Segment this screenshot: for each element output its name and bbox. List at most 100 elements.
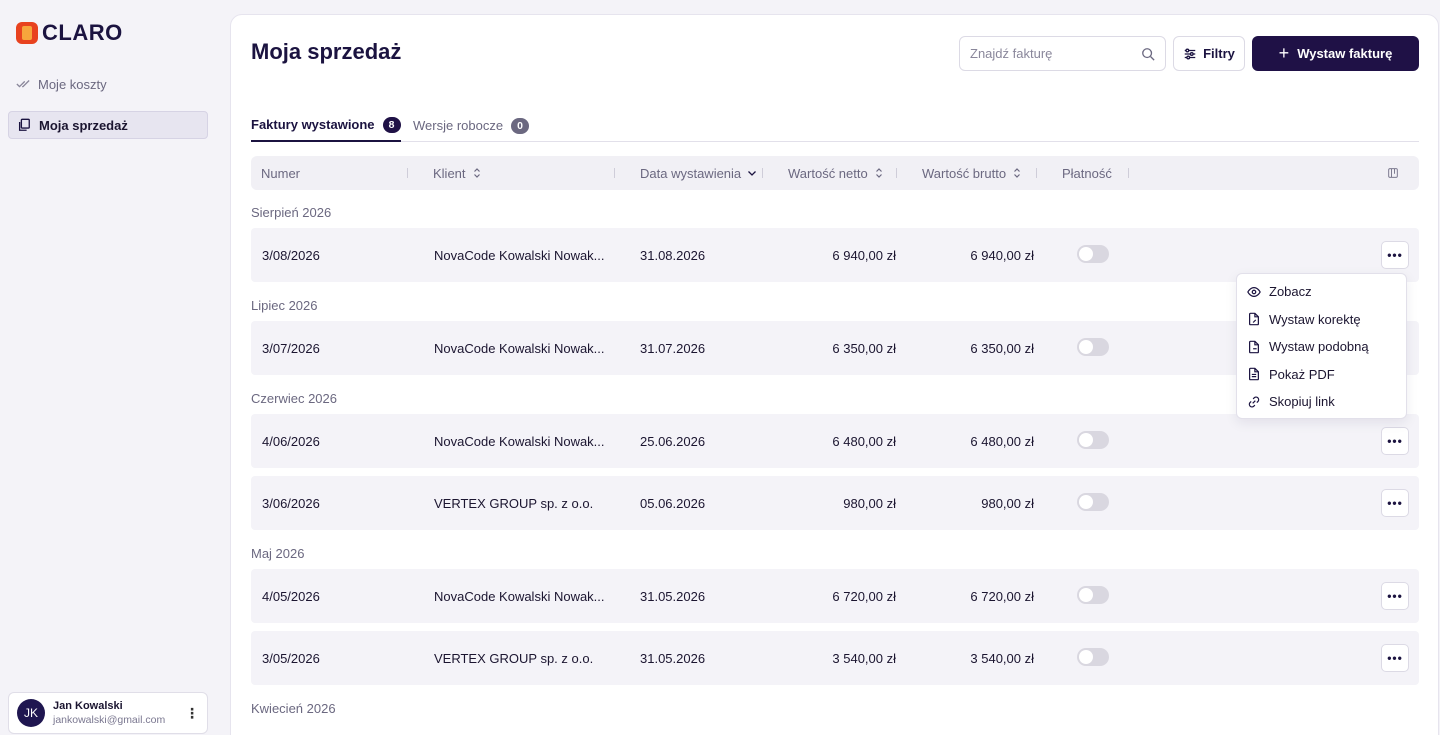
cell-numer: 3/07/2026 — [262, 340, 320, 356]
cell-brutto: 6 480,00 zł — [970, 433, 1034, 449]
tabs: Faktury wystawione 8 Wersje robocze 0 — [251, 109, 1419, 142]
menu-item-label: Zobacz — [1269, 284, 1312, 300]
column-divider[interactable] — [407, 168, 408, 178]
table-header: Numer Klient Data wystawienia Wartość ne… — [251, 156, 1419, 190]
sliders-icon — [1184, 48, 1196, 59]
page-title: Moja sprzedaż — [251, 39, 402, 64]
filter-button-label: Filtry — [1203, 46, 1235, 61]
column-header-klient[interactable]: Klient — [433, 156, 482, 190]
sort-both-icon — [875, 168, 882, 178]
group-label: Kwiecień 2026 — [251, 701, 336, 716]
search-box[interactable] — [959, 36, 1166, 71]
menu-item-skopiuj-link[interactable]: Skopiuj link — [1237, 388, 1406, 416]
menu-item-wystaw-podobna[interactable]: Wystaw podobną — [1237, 333, 1406, 361]
cell-data: 25.06.2026 — [640, 433, 706, 449]
more-dots-icon[interactable]: ••• — [1381, 241, 1409, 269]
column-divider[interactable] — [1128, 168, 1129, 178]
more-dots-icon[interactable]: ••• — [1381, 489, 1409, 517]
column-label: Wartość netto — [788, 165, 868, 181]
sort-both-icon — [1014, 168, 1020, 178]
table-row[interactable]: 3/05/2026 VERTEX GROUP sp. z o.o. 31.05.… — [251, 631, 1419, 685]
cell-klient: NovaCode Kowalski Nowak... — [434, 340, 605, 356]
cell-netto: 980,00 zł — [843, 495, 896, 511]
column-settings-icon[interactable] — [1388, 156, 1398, 190]
search-input[interactable] — [970, 46, 1130, 61]
table-row[interactable]: 4/05/2026 NovaCode Kowalski Nowak... 31.… — [251, 569, 1419, 623]
cell-netto: 6 720,00 zł — [832, 588, 896, 604]
user-card[interactable]: JK Jan Kowalski jankowalski@gmail.com ⋮ — [8, 692, 208, 734]
main-panel: Moja sprzedaż Filtry + Wystaw fakturę Fa… — [230, 14, 1439, 735]
search-icon — [1142, 47, 1155, 61]
table-row[interactable]: 4/06/2026 NovaCode Kowalski Nowak... 25.… — [251, 414, 1419, 468]
create-invoice-button[interactable]: + Wystaw fakturę — [1252, 36, 1419, 71]
column-header-wartosc-brutto[interactable]: Wartość brutto — [922, 156, 1022, 190]
payment-toggle[interactable] — [1077, 245, 1109, 263]
cell-brutto: 980,00 zł — [981, 495, 1034, 511]
column-header-wartosc-netto[interactable]: Wartość netto — [788, 156, 884, 190]
payment-toggle[interactable] — [1077, 586, 1109, 604]
logo-icon — [16, 22, 38, 44]
cell-data: 31.08.2026 — [640, 247, 706, 263]
cell-klient: NovaCode Kowalski Nowak... — [434, 588, 605, 604]
column-label: Data wystawienia — [640, 165, 742, 181]
app-logo[interactable]: CLARO — [16, 20, 123, 46]
column-divider[interactable] — [896, 168, 897, 178]
column-header-numer[interactable]: Numer — [261, 156, 300, 190]
menu-item-label: Wystaw korektę — [1269, 311, 1361, 327]
app-name: CLARO — [42, 20, 123, 45]
cell-netto: 3 540,00 zł — [832, 650, 896, 666]
menu-item-pokaz-pdf[interactable]: Pokaż PDF — [1237, 361, 1406, 389]
sidebar-item-moja-sprzedaz[interactable]: Moja sprzedaż — [8, 111, 208, 139]
more-dots-icon[interactable]: ••• — [1381, 427, 1409, 455]
column-label: Numer — [261, 165, 301, 181]
cell-data: 31.05.2026 — [640, 588, 706, 604]
column-label: Płatność — [1062, 165, 1112, 181]
count-badge: 8 — [382, 116, 401, 133]
column-header-data-wystawienia[interactable]: Data wystawienia — [640, 156, 757, 190]
cell-data: 05.06.2026 — [640, 495, 706, 511]
more-dots-icon[interactable]: ••• — [1381, 644, 1409, 672]
link-icon — [1248, 396, 1260, 408]
row-actions-menu: Zobacz Wystaw korektę Wystaw podobną Pok… — [1236, 273, 1407, 419]
payment-toggle[interactable] — [1077, 493, 1109, 511]
menu-item-label: Skopiuj link — [1269, 394, 1335, 410]
column-label: Klient — [433, 165, 466, 181]
tab-wersje-robocze[interactable]: Wersje robocze 0 — [413, 109, 530, 142]
cell-numer: 4/05/2026 — [262, 588, 320, 604]
cell-klient: VERTEX GROUP sp. z o.o. — [434, 495, 594, 511]
cell-klient: NovaCode Kowalski Nowak... — [434, 433, 605, 449]
eye-icon — [1247, 286, 1261, 297]
documents-icon — [18, 118, 30, 131]
payment-toggle[interactable] — [1077, 648, 1109, 666]
cell-netto: 6 350,00 zł — [832, 340, 896, 356]
filter-button[interactable]: Filtry — [1173, 36, 1245, 71]
group-label: Lipiec 2026 — [251, 298, 318, 313]
plus-icon: + — [1278, 43, 1290, 63]
payment-toggle[interactable] — [1077, 431, 1109, 449]
column-header-platnosc[interactable]: Płatność — [1062, 156, 1112, 190]
menu-item-wystaw-korekte[interactable]: Wystaw korektę — [1237, 306, 1406, 334]
cell-brutto: 3 540,00 zł — [970, 650, 1034, 666]
sidebar: CLARO Moje koszty Moja sprzedaż JK Jan K… — [0, 0, 222, 735]
more-dots-icon[interactable]: ••• — [1381, 582, 1409, 610]
cell-klient: NovaCode Kowalski Nowak... — [434, 247, 605, 263]
cell-klient: VERTEX GROUP sp. z o.o. — [434, 650, 594, 666]
column-divider[interactable] — [762, 168, 763, 178]
cell-numer: 4/06/2026 — [262, 433, 320, 449]
cell-brutto: 6 940,00 zł — [970, 247, 1034, 263]
file-text-icon — [1249, 367, 1259, 381]
menu-item-label: Wystaw podobną — [1269, 339, 1369, 355]
column-divider[interactable] — [1036, 168, 1037, 178]
menu-item-zobacz[interactable]: Zobacz — [1237, 278, 1406, 306]
tab-faktury-wystawione[interactable]: Faktury wystawione 8 — [251, 109, 401, 142]
table-row[interactable]: 3/06/2026 VERTEX GROUP sp. z o.o. 05.06.… — [251, 476, 1419, 530]
column-divider[interactable] — [614, 168, 615, 178]
tab-label: Wersje robocze — [413, 118, 504, 133]
cell-numer: 3/05/2026 — [262, 650, 320, 666]
sidebar-item-moje-koszty[interactable]: Moje koszty — [8, 70, 208, 98]
cell-numer: 3/08/2026 — [262, 247, 320, 263]
user-name: Jan Kowalski — [53, 700, 123, 712]
group-label: Sierpień 2026 — [251, 205, 332, 220]
payment-toggle[interactable] — [1077, 338, 1109, 356]
vertical-dots-icon[interactable]: ⋮ — [185, 705, 199, 722]
